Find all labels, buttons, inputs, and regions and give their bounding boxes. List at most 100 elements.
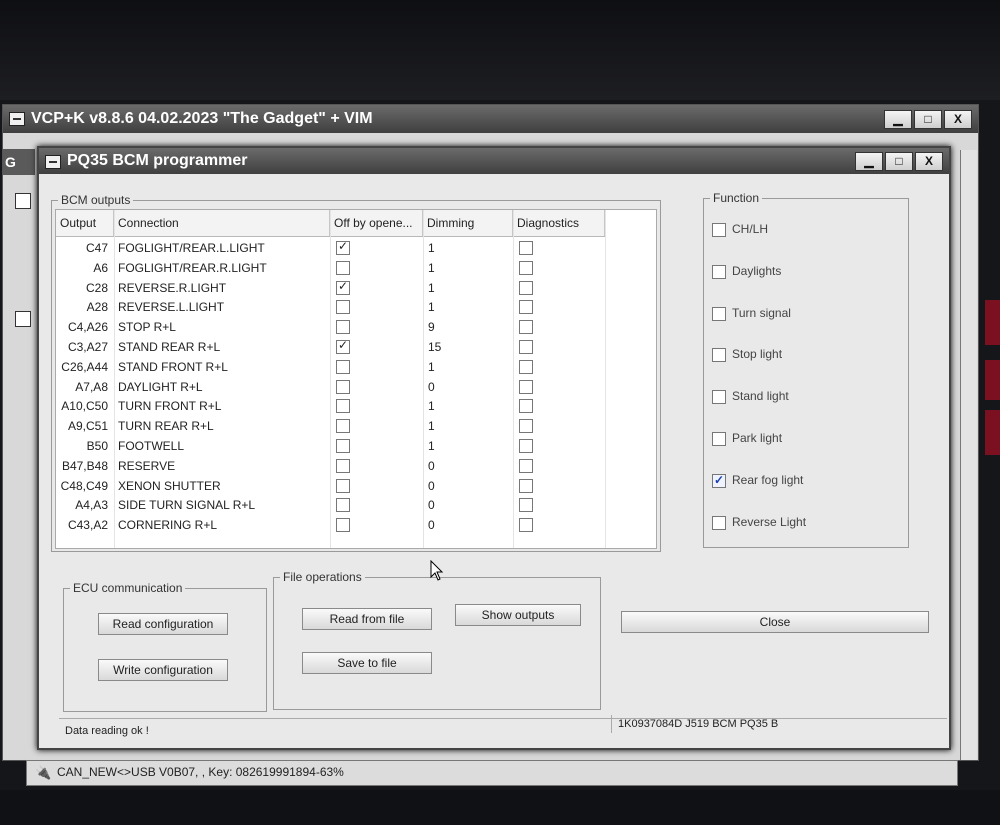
off-by-opener-checkbox[interactable] (336, 498, 350, 513)
dimming-value[interactable]: 1 (428, 436, 435, 456)
table-row[interactable]: C47 FOGLIGHT/REAR.L.LIGHT 1 (56, 238, 606, 258)
off-by-opener-checkbox[interactable] (336, 300, 350, 315)
background-window-title[interactable]: G (3, 149, 35, 175)
dialog-close-button[interactable]: X (915, 152, 943, 171)
dialog-minimize-button[interactable]: ▁ (855, 152, 883, 171)
table-row[interactable]: A7,A8 DAYLIGHT R+L 0 (56, 377, 606, 397)
side-checkbox-icon[interactable] (15, 311, 31, 327)
save-to-file-button[interactable]: Save to file (302, 652, 432, 674)
dimming-value[interactable]: 0 (428, 495, 435, 515)
diagnostics-checkbox[interactable] (519, 439, 533, 453)
function-option[interactable]: Stop light (712, 346, 782, 363)
show-outputs-button[interactable]: Show outputs (455, 604, 581, 626)
dimming-value[interactable]: 0 (428, 456, 435, 476)
dimming-value[interactable]: 1 (428, 357, 435, 377)
table-row[interactable]: C28 REVERSE.R.LIGHT 1 (56, 278, 606, 298)
outputs-table[interactable]: Output Connection Off by opene... Dimmin… (55, 209, 657, 549)
dimming-value[interactable]: 9 (428, 317, 435, 337)
main-title-bar[interactable]: VCP+K v8.8.6 04.02.2023 "The Gadget" + V… (3, 105, 978, 133)
close-dialog-button[interactable]: Close (621, 611, 929, 633)
diagnostics-checkbox[interactable] (519, 518, 533, 533)
off-by-opener-checkbox[interactable] (336, 320, 350, 335)
off-by-opener-checkbox[interactable] (336, 260, 350, 275)
minimize-button[interactable]: ▁ (884, 110, 912, 129)
read-configuration-button[interactable]: Read configuration (98, 613, 228, 635)
diagnostics-checkbox[interactable] (519, 260, 533, 275)
function-option[interactable]: Stand light (712, 388, 789, 405)
dimming-value[interactable]: 1 (428, 278, 435, 298)
off-by-opener-checkbox[interactable] (336, 279, 350, 295)
table-row[interactable]: B47,B48 RESERVE 0 (56, 456, 606, 476)
function-option[interactable]: Turn signal (712, 305, 791, 321)
function-checkbox[interactable] (712, 432, 726, 446)
function-checkbox[interactable] (712, 348, 726, 363)
off-by-opener-checkbox[interactable] (336, 359, 350, 374)
dimming-value[interactable]: 0 (428, 476, 435, 496)
diagnostics-checkbox[interactable] (519, 300, 533, 315)
write-configuration-button[interactable]: Write configuration (98, 659, 228, 681)
table-row[interactable]: C43,A2 CORNERING R+L 0 (56, 515, 606, 535)
function-option[interactable]: Rear fog light (712, 472, 803, 488)
off-by-opener-checkbox[interactable] (336, 399, 350, 414)
off-by-opener-checkbox[interactable] (336, 478, 350, 493)
dialog-system-menu-icon[interactable] (45, 155, 61, 169)
read-from-file-button[interactable]: Read from file (302, 608, 432, 630)
table-row[interactable]: A9,C51 TURN REAR R+L 1 (56, 416, 606, 436)
dimming-value[interactable]: 0 (428, 377, 435, 397)
table-row[interactable]: C3,A27 STAND REAR R+L 15 (56, 337, 606, 357)
diagnostics-checkbox[interactable] (519, 340, 533, 354)
diagnostics-checkbox[interactable] (519, 320, 533, 335)
off-by-opener-checkbox[interactable] (336, 419, 350, 434)
function-option[interactable]: CH/LH (712, 221, 768, 237)
off-by-opener-checkbox[interactable] (336, 338, 350, 354)
column-dimming[interactable]: Dimming (423, 210, 513, 236)
function-checkbox[interactable] (712, 264, 726, 279)
diagnostics-checkbox[interactable] (519, 241, 533, 255)
diagnostics-checkbox[interactable] (519, 498, 533, 513)
dialog-maximize-button[interactable]: □ (885, 152, 913, 171)
off-by-opener-checkbox[interactable] (336, 379, 350, 394)
diagnostics-checkbox[interactable] (519, 419, 533, 434)
close-button[interactable]: X (944, 110, 972, 129)
maximize-button[interactable]: □ (914, 110, 942, 129)
diagnostics-checkbox[interactable] (519, 280, 533, 295)
table-row[interactable]: C26,A44 STAND FRONT R+L 1 (56, 357, 606, 377)
side-checkbox-icon[interactable] (15, 193, 31, 209)
off-by-opener-checkbox[interactable] (336, 458, 350, 473)
function-option[interactable]: Park light (712, 430, 782, 446)
column-off-by-opener[interactable]: Off by opene... (330, 210, 423, 236)
table-row[interactable]: A10,C50 TURN FRONT R+L 1 (56, 396, 606, 416)
function-checkbox[interactable] (712, 515, 726, 530)
dialog-title-bar[interactable]: PQ35 BCM programmer ▁ □ X (39, 148, 949, 174)
function-checkbox[interactable] (712, 306, 726, 321)
dimming-value[interactable]: 1 (428, 396, 435, 416)
function-option[interactable]: Daylights (712, 263, 781, 279)
system-menu-icon[interactable] (9, 112, 25, 126)
dimming-value[interactable]: 15 (428, 337, 441, 357)
table-row[interactable]: C48,C49 XENON SHUTTER 0 (56, 476, 606, 496)
table-row[interactable]: A28 REVERSE.L.LIGHT 1 (56, 297, 606, 317)
off-by-opener-checkbox[interactable] (336, 439, 350, 453)
table-row[interactable]: A4,A3 SIDE TURN SIGNAL R+L 0 (56, 495, 606, 515)
diagnostics-checkbox[interactable] (519, 458, 533, 473)
column-diagnostics[interactable]: Diagnostics (513, 210, 605, 236)
diagnostics-checkbox[interactable] (519, 379, 533, 394)
function-option[interactable]: Reverse Light (712, 514, 806, 530)
dimming-value[interactable]: 1 (428, 258, 435, 278)
off-by-opener-checkbox[interactable] (336, 239, 350, 255)
off-by-opener-checkbox[interactable] (336, 518, 350, 533)
dimming-value[interactable]: 0 (428, 515, 435, 535)
diagnostics-checkbox[interactable] (519, 478, 533, 493)
dimming-value[interactable]: 1 (428, 416, 435, 436)
column-output[interactable]: Output (56, 210, 114, 236)
function-checkbox[interactable] (712, 390, 726, 405)
function-checkbox[interactable] (712, 223, 726, 237)
dimming-value[interactable]: 1 (428, 238, 435, 258)
table-row[interactable]: A6 FOGLIGHT/REAR.R.LIGHT 1 (56, 258, 606, 278)
function-checkbox[interactable] (712, 472, 726, 488)
diagnostics-checkbox[interactable] (519, 359, 533, 374)
column-connection[interactable]: Connection (114, 210, 330, 236)
table-row[interactable]: B50 FOOTWELL 1 (56, 436, 606, 456)
table-row[interactable]: C4,A26 STOP R+L 9 (56, 317, 606, 337)
dimming-value[interactable]: 1 (428, 297, 435, 317)
